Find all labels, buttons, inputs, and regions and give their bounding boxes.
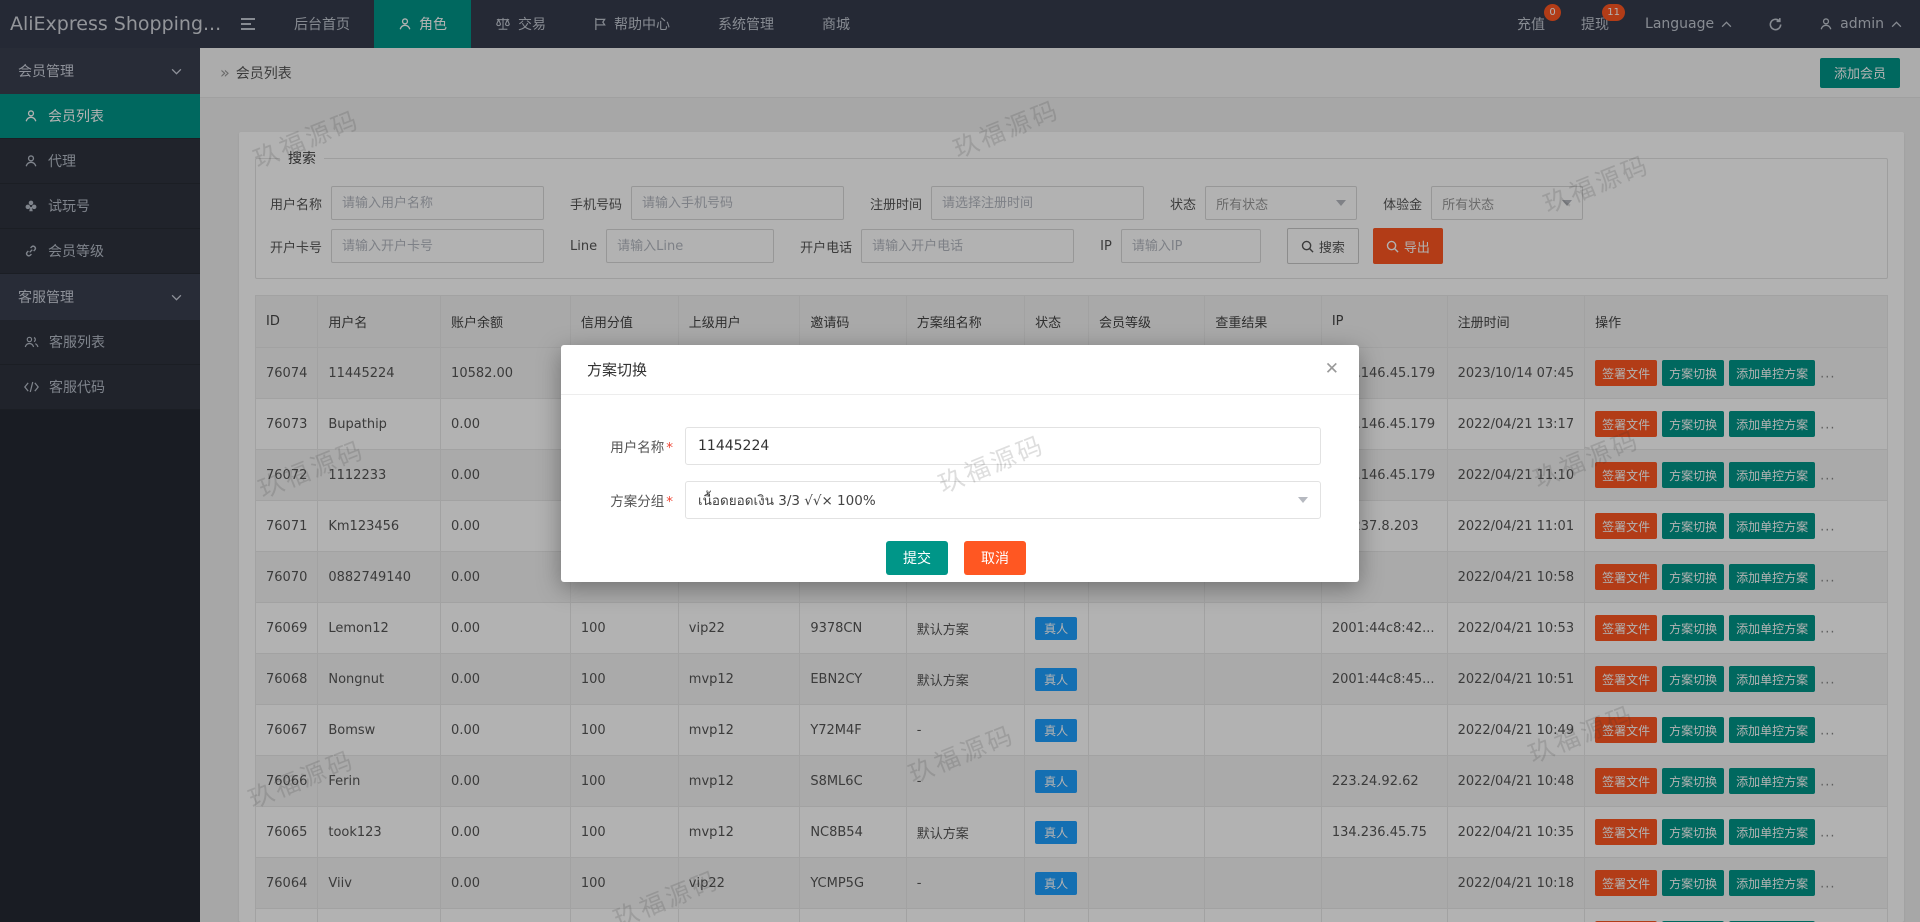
plan-group-field-row: 方案分组* เนื้อดยอดเงิน 3/3 √√× 100%: [591, 481, 1321, 519]
submit-button[interactable]: 提交: [886, 541, 948, 575]
close-icon[interactable]: ✕: [1325, 359, 1339, 379]
required-asterisk: *: [666, 494, 673, 510]
modal-body: 用户名称* 方案分组* เนื้อดยอดเงิน 3/3 √√× 100% 提…: [561, 395, 1359, 575]
plan-group-select[interactable]: เนื้อดยอดเงิน 3/3 √√× 100%: [685, 481, 1321, 519]
cancel-button[interactable]: 取消: [964, 541, 1026, 575]
username-field-row: 用户名称*: [591, 427, 1321, 465]
required-asterisk: *: [666, 440, 673, 456]
modal-buttons: 提交 取消: [591, 541, 1321, 575]
modal-username-input[interactable]: [685, 427, 1321, 465]
modal-title: 方案切换: [561, 345, 1359, 395]
plan-switch-modal: 方案切换 ✕ 用户名称* 方案分组* เนื้อดยอดเงิน 3/3 √√×…: [561, 345, 1359, 582]
chevron-down-icon: [1298, 497, 1308, 503]
